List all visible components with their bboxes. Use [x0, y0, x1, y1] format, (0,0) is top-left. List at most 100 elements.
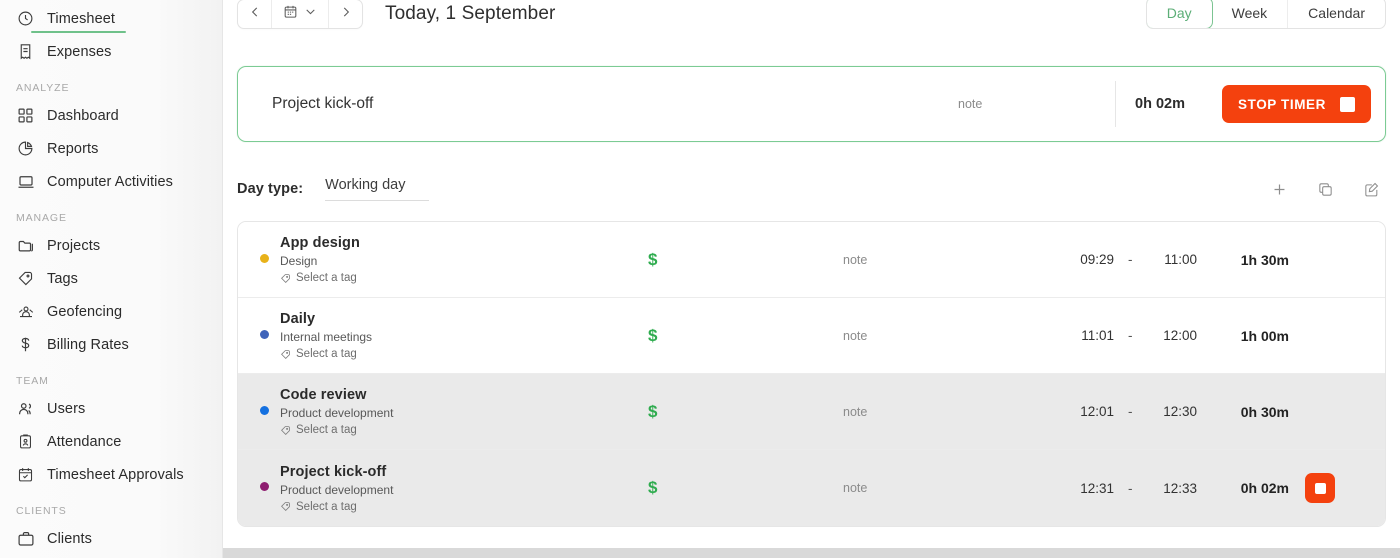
- entry-start-time[interactable]: 12:31: [1068, 481, 1114, 496]
- running-timer-title[interactable]: Project kick-off: [272, 95, 892, 113]
- clock-icon: [16, 9, 35, 28]
- sidebar-item-timesheet-approvals[interactable]: Timesheet Approvals: [0, 458, 222, 491]
- folder-icon: [16, 236, 35, 255]
- tab-calendar[interactable]: Calendar: [1288, 0, 1385, 28]
- clipboard-person-icon: [16, 432, 35, 451]
- users-icon: [16, 399, 35, 418]
- table-row[interactable]: Daily Internal meetings Select a tag $ n…: [238, 298, 1385, 374]
- sidebar-label: Tags: [47, 270, 79, 287]
- billable-toggle[interactable]: $: [648, 250, 657, 270]
- day-type-select[interactable]: Working day: [325, 177, 430, 201]
- sidebar-item-users[interactable]: Users: [0, 392, 222, 425]
- laptop-icon: [16, 172, 35, 191]
- entry-end-time[interactable]: 12:30: [1151, 404, 1197, 419]
- entry-note[interactable]: note: [843, 329, 867, 343]
- table-row[interactable]: Project kick-off Product development Sel…: [238, 450, 1385, 526]
- copy-icon[interactable]: [1314, 178, 1336, 200]
- project-color-dot: [260, 406, 269, 415]
- tab-week[interactable]: Week: [1212, 0, 1289, 28]
- sidebar-label: Billing Rates: [47, 336, 129, 353]
- entry-end-time[interactable]: 12:00: [1151, 328, 1197, 343]
- entry-start-time[interactable]: 11:01: [1068, 328, 1114, 343]
- entry-project[interactable]: Product development: [280, 406, 610, 420]
- entry-duration: 0h 30m: [1240, 403, 1289, 420]
- sidebar-item-projects[interactable]: Projects: [0, 229, 222, 262]
- entry-note[interactable]: note: [843, 405, 867, 419]
- sidebar-item-expenses[interactable]: Expenses: [0, 35, 222, 68]
- sidebar-label: Timesheet Approvals: [47, 466, 184, 483]
- sidebar-label: Attendance: [47, 433, 122, 450]
- entry-start-time[interactable]: 09:29: [1068, 252, 1114, 267]
- pie-chart-icon: [16, 139, 35, 158]
- billable-toggle[interactable]: $: [648, 478, 657, 498]
- date-picker-button[interactable]: [271, 0, 329, 28]
- entry-tag-select[interactable]: Select a tag: [280, 424, 610, 436]
- divider: [1115, 81, 1116, 127]
- project-color-dot: [260, 330, 269, 339]
- day-type-label: Day type:: [237, 181, 304, 197]
- table-row[interactable]: App design Design Select a tag $ note 09…: [238, 222, 1385, 298]
- stop-entry-timer-button[interactable]: [1305, 473, 1335, 503]
- entry-title[interactable]: Project kick-off: [280, 464, 610, 480]
- entry-tag-select[interactable]: Select a tag: [280, 272, 610, 284]
- sidebar-item-billing-rates[interactable]: Billing Rates: [0, 328, 222, 361]
- page-title: Today, 1 September: [385, 3, 556, 24]
- entry-info: Daily Internal meetings Select a tag: [280, 311, 610, 360]
- entry-project[interactable]: Design: [280, 254, 610, 268]
- entry-title[interactable]: App design: [280, 235, 610, 251]
- sidebar-item-attendance[interactable]: Attendance: [0, 425, 222, 458]
- topbar: Today, 1 September Day Week Calendar: [223, 0, 1400, 29]
- plus-icon[interactable]: [1268, 178, 1290, 200]
- running-timer-note[interactable]: note: [958, 97, 982, 111]
- main-content: Today, 1 September Day Week Calendar Pro…: [223, 0, 1400, 558]
- sidebar-label: Expenses: [47, 43, 112, 60]
- chevron-down-icon: [304, 5, 317, 23]
- tag-icon: [280, 425, 291, 436]
- sidebar-item-reports[interactable]: Reports: [0, 132, 222, 165]
- entry-tag-select[interactable]: Select a tag: [280, 348, 610, 360]
- next-day-button[interactable]: [329, 0, 362, 28]
- running-timer-bar: Project kick-off note 0h 02m STOP TIMER: [237, 66, 1386, 142]
- sidebar-label: Timesheet: [47, 10, 116, 27]
- receipt-icon: [16, 42, 35, 61]
- entries-list: App design Design Select a tag $ note 09…: [237, 221, 1386, 527]
- sidebar-item-geofencing[interactable]: Geofencing: [0, 295, 222, 328]
- sidebar-item-computer-activities[interactable]: Computer Activities: [0, 165, 222, 198]
- entry-project[interactable]: Product development: [280, 483, 610, 497]
- calendar-check-icon: [16, 465, 35, 484]
- stop-timer-button[interactable]: STOP TIMER: [1221, 85, 1371, 123]
- sidebar-label: Projects: [47, 237, 101, 254]
- entry-start-time[interactable]: 12:01: [1068, 404, 1114, 419]
- time-separator: -: [1128, 480, 1133, 496]
- tab-day[interactable]: Day: [1146, 0, 1213, 28]
- time-separator: -: [1128, 328, 1133, 343]
- table-row[interactable]: Code review Product development Select a…: [238, 374, 1385, 450]
- entry-title[interactable]: Code review: [280, 387, 610, 403]
- entry-end-time[interactable]: 12:33: [1151, 481, 1197, 496]
- sidebar-item-timesheet[interactable]: Timesheet: [0, 2, 222, 35]
- edit-icon[interactable]: [1360, 178, 1382, 200]
- sidebar-label: Geofencing: [47, 303, 123, 320]
- entry-title[interactable]: Daily: [280, 311, 610, 327]
- sidebar-item-dashboard[interactable]: Dashboard: [0, 99, 222, 132]
- sidebar-item-tags[interactable]: Tags: [0, 262, 222, 295]
- prev-day-button[interactable]: [238, 0, 271, 28]
- entry-tag-label: Select a tag: [296, 500, 357, 513]
- stop-timer-label: STOP TIMER: [1237, 96, 1326, 112]
- entry-tag-select[interactable]: Select a tag: [280, 501, 610, 513]
- sidebar: Timesheet Expenses ANALYZE Dashboard Rep…: [0, 0, 223, 558]
- entry-tag-label: Select a tag: [296, 424, 357, 436]
- entry-note[interactable]: note: [843, 253, 867, 267]
- grid-icon: [16, 106, 35, 125]
- entry-end-time[interactable]: 11:00: [1151, 252, 1197, 267]
- sidebar-section-manage: MANAGE: [16, 212, 67, 224]
- chevron-right-icon: [339, 5, 353, 24]
- entry-note[interactable]: note: [843, 481, 867, 495]
- timesheet-app: Timesheet Expenses ANALYZE Dashboard Rep…: [0, 0, 1400, 558]
- sidebar-item-clients[interactable]: Clients: [0, 522, 222, 555]
- billable-toggle[interactable]: $: [648, 402, 657, 422]
- billable-toggle[interactable]: $: [648, 326, 657, 346]
- view-tabs: Day Week Calendar: [1145, 0, 1386, 29]
- stop-square-icon: [1340, 96, 1355, 112]
- entry-project[interactable]: Internal meetings: [280, 330, 610, 344]
